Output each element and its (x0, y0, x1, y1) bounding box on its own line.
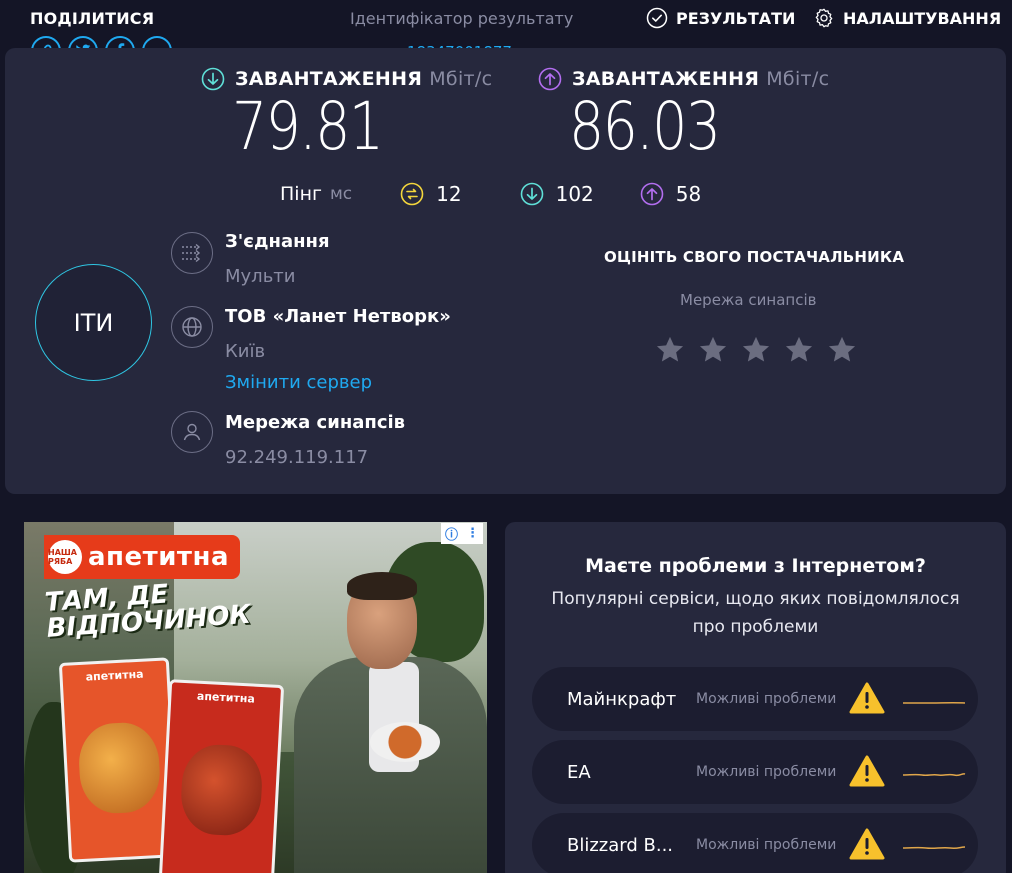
download-unit: Мбіт/с (429, 68, 493, 90)
settings-nav-link[interactable]: НАЛАШТУВАННЯ (813, 7, 1001, 29)
ping-download-value: 102 (555, 182, 594, 206)
ad-pack-brand: апетитна (196, 689, 256, 706)
server-name: ТОВ «Ланет Нетворк» (225, 306, 451, 327)
service-status: Можливі проблеми (696, 691, 837, 707)
problems-subtitle: Популярні сервіси, щодо яких повідомляло… (505, 585, 1006, 641)
warning-icon (849, 755, 885, 787)
go-button[interactable]: ІТИ (35, 264, 152, 381)
ping-upload-icon (640, 182, 664, 206)
connection-title: З'єднання (225, 231, 330, 252)
problems-title: Маєте проблеми з Інтернетом? (585, 555, 926, 577)
service-status: Можливі проблеми (696, 764, 837, 780)
multi-connection-icon (182, 243, 201, 263)
ping-idle: 12 (400, 182, 462, 206)
globe-icon (182, 317, 202, 337)
ad-plate (370, 722, 440, 762)
connections-icon (171, 232, 213, 274)
speedtest-results-panel (5, 48, 1006, 494)
star-icon[interactable] (740, 334, 772, 366)
server-icon (171, 306, 213, 348)
ping-label: Пінг (280, 183, 322, 205)
status-sparkline (902, 846, 966, 850)
ping-download: 102 (520, 182, 594, 206)
ad-controls: ⓘ ⋮ (441, 523, 483, 544)
status-sparkline (903, 702, 966, 704)
status-sparkline (902, 773, 966, 777)
ping-idle-icon (400, 182, 424, 206)
problems-subtitle-line1: Популярні сервіси, щодо яких повідомляло… (551, 589, 960, 609)
ad-brand-name: апетитна (88, 542, 230, 572)
rating-stars (654, 334, 858, 366)
warning-icon (849, 828, 885, 860)
problems-subtitle-line2: про проблеми (692, 617, 819, 637)
rate-provider-name: Мережа синапсів (680, 291, 817, 309)
advertisement[interactable]: НАША РЯБА апетитна ТАМ, ДЕ ВІДПОЧИНОК ап… (24, 522, 487, 873)
result-id-label: Ідентифікатор результату (350, 9, 574, 28)
upload-arrow-icon (538, 67, 562, 91)
upload-unit: Мбіт/с (766, 68, 830, 90)
ad-pack-food (77, 720, 162, 816)
problem-service-row[interactable]: Blizzard B... Можливі проблеми (532, 813, 978, 873)
ping-unit: мс (329, 184, 353, 204)
ping-download-icon (520, 182, 543, 206)
ad-menu-icon[interactable]: ⋮ (462, 523, 483, 544)
download-label: ЗАВАНТАЖЕННЯ (235, 68, 423, 90)
user-icon (183, 423, 201, 441)
ping-idle-value: 12 (436, 182, 462, 206)
check-circle-icon (646, 7, 668, 29)
problem-service-row[interactable]: Майнкрафт Можливі проблеми (532, 667, 978, 731)
ping-upload: 58 (640, 182, 701, 206)
connection-value: Мульти (225, 266, 296, 287)
share-title: ПОДІЛИТИСЯ (30, 9, 155, 28)
service-name: Blizzard B... (567, 834, 674, 856)
results-nav-link[interactable]: РЕЗУЛЬТАТИ (646, 7, 795, 29)
ad-pack-brand: апетитна (85, 667, 144, 684)
warning-icon (849, 682, 885, 714)
download-arrow-icon (201, 67, 225, 91)
ping-row: Пінг мс 12 102 58 (280, 182, 701, 206)
ad-brand-logo: НАША РЯБА апетитна (44, 535, 240, 579)
change-server-link[interactable]: Змінити сервер (225, 372, 372, 393)
results-nav-label: РЕЗУЛЬТАТИ (676, 8, 796, 28)
ad-info-icon[interactable]: ⓘ (441, 523, 462, 544)
service-status: Можливі проблеми (696, 837, 837, 853)
star-icon[interactable] (783, 334, 815, 366)
provider-icon (171, 411, 213, 453)
star-icon[interactable] (654, 334, 686, 366)
service-name: Майнкрафт (567, 688, 677, 710)
ad-badge: НАША РЯБА (48, 540, 82, 574)
provider-name: Мережа синапсів (225, 412, 406, 433)
service-name: EA (567, 761, 591, 783)
ping-upload-value: 58 (675, 182, 702, 206)
download-speed-value: 79.81 (232, 88, 384, 165)
star-icon[interactable] (826, 334, 858, 366)
rate-provider-title: ОЦІНІТЬ СВОГО ПОСТАЧАЛЬНИКА (604, 248, 905, 266)
problem-service-row[interactable]: EA Можливі проблеми (532, 740, 978, 804)
upload-label: ЗАВАНТАЖЕННЯ (572, 68, 760, 90)
ad-pack-food (179, 742, 264, 838)
gear-icon (815, 8, 833, 28)
upload-speed-value: 86.03 (569, 88, 721, 165)
provider-ip: 92.249.119.117 (225, 447, 369, 468)
ad-person-hair (347, 572, 417, 600)
ad-product-pack: апетитна (158, 679, 285, 873)
star-icon[interactable] (697, 334, 729, 366)
settings-nav-label: НАЛАШТУВАННЯ (843, 8, 1002, 28)
server-city: Київ (225, 341, 266, 362)
